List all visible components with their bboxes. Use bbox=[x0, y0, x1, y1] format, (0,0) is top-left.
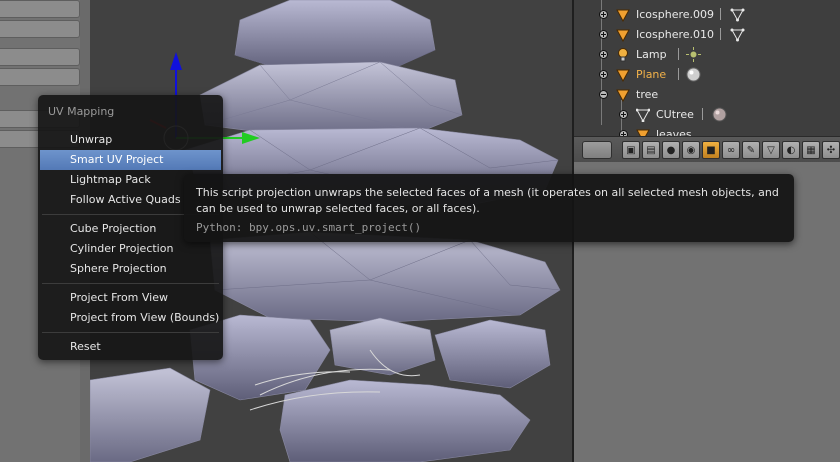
outliner-row[interactable]: Icosphere.009 bbox=[574, 5, 840, 25]
modifiers-icon[interactable]: ✎ bbox=[742, 141, 760, 159]
outliner-item-label[interactable]: Lamp bbox=[636, 48, 667, 61]
material-icon[interactable] bbox=[686, 67, 701, 82]
menu-separator bbox=[42, 332, 219, 333]
menu-item-reset[interactable]: Reset bbox=[40, 337, 221, 357]
mesh-object-icon bbox=[616, 29, 630, 42]
constraints-icon[interactable]: ∞ bbox=[722, 141, 740, 159]
world-icon[interactable]: ◉ bbox=[682, 141, 700, 159]
tool-shelf-button[interactable] bbox=[0, 68, 80, 86]
leaf-blob bbox=[199, 61, 463, 137]
editor-type-selector[interactable] bbox=[582, 141, 612, 159]
separator bbox=[720, 8, 721, 20]
curve-data-icon bbox=[636, 108, 650, 122]
separator bbox=[678, 48, 679, 60]
outliner-item-label[interactable]: leaves bbox=[656, 128, 692, 136]
mesh-object-icon bbox=[636, 129, 650, 136]
menu-item-smart-uv-project[interactable]: Smart UV Project bbox=[40, 150, 221, 170]
tooltip-description: This script projection unwraps the selec… bbox=[196, 186, 779, 215]
mesh-data-icon[interactable] bbox=[730, 7, 745, 22]
leaf-blob bbox=[234, 0, 436, 73]
outliner-row[interactable]: Icosphere.010 bbox=[574, 25, 840, 45]
menu-item-cylinder-projection[interactable]: Cylinder Projection bbox=[40, 239, 221, 259]
expand-icon[interactable] bbox=[599, 70, 608, 79]
tool-shelf-button[interactable] bbox=[0, 0, 80, 18]
leaf-blob bbox=[209, 231, 561, 323]
outliner-item-label[interactable]: Icosphere.009 bbox=[636, 8, 714, 21]
lamp-data-icon[interactable] bbox=[686, 47, 701, 62]
lamp-object-icon bbox=[618, 48, 628, 62]
separator bbox=[720, 28, 721, 40]
separator bbox=[702, 108, 703, 120]
menu-title: UV Mapping bbox=[48, 105, 115, 118]
object-icon[interactable]: ■ bbox=[702, 141, 720, 159]
tooltip-python: Python: bpy.ops.uv.smart_project() bbox=[196, 221, 422, 234]
mesh-object-icon bbox=[616, 9, 630, 22]
outliner-row[interactable]: tree bbox=[574, 85, 840, 105]
tool-shelf-button[interactable] bbox=[0, 48, 80, 66]
outliner-row[interactable]: Lamp bbox=[574, 45, 840, 65]
tooltip: This script projection unwraps the selec… bbox=[184, 174, 794, 242]
menu-item-project-from-view-bounds[interactable]: Project from View (Bounds) bbox=[40, 308, 221, 328]
expand-icon[interactable] bbox=[599, 30, 608, 39]
properties-header: ▣ ▤ ● ◉ ■ ∞ ✎ ▽ ◐ ▦ ✣ bbox=[574, 136, 840, 163]
material-icon[interactable] bbox=[712, 107, 727, 122]
mesh-data-icon[interactable] bbox=[730, 27, 745, 42]
separator bbox=[678, 68, 679, 80]
material-icon[interactable]: ◐ bbox=[782, 141, 800, 159]
tool-shelf-button[interactable] bbox=[0, 20, 80, 38]
particles-icon[interactable]: ✣ bbox=[822, 141, 840, 159]
mesh-data-icon[interactable]: ▽ bbox=[762, 141, 780, 159]
outliner-row[interactable]: Plane bbox=[574, 65, 840, 85]
outliner-row[interactable]: CUtree bbox=[574, 105, 840, 125]
mesh-object-icon bbox=[616, 69, 630, 82]
menu-item-unwrap[interactable]: Unwrap bbox=[40, 130, 221, 150]
outliner: Icosphere.009 Icosphere.010 Lamp Plane t… bbox=[574, 0, 840, 136]
outliner-item-label[interactable]: CUtree bbox=[656, 108, 694, 121]
outliner-item-label[interactable]: Icosphere.010 bbox=[636, 28, 714, 41]
menu-separator bbox=[42, 283, 219, 284]
menu-item-sphere-projection[interactable]: Sphere Projection bbox=[40, 259, 221, 279]
render-icon[interactable]: ▣ bbox=[622, 141, 640, 159]
menu-item-project-from-view[interactable]: Project From View bbox=[40, 288, 221, 308]
expand-icon[interactable] bbox=[619, 110, 628, 119]
collapse-icon[interactable] bbox=[599, 90, 608, 99]
render-layers-icon[interactable]: ▤ bbox=[642, 141, 660, 159]
mesh-object-icon bbox=[616, 89, 630, 102]
texture-icon[interactable]: ▦ bbox=[802, 141, 820, 159]
expand-icon[interactable] bbox=[599, 50, 608, 59]
expand-icon[interactable] bbox=[599, 10, 608, 19]
outliner-row[interactable]: leaves bbox=[574, 125, 840, 136]
outliner-item-label[interactable]: tree bbox=[636, 88, 658, 101]
outliner-item-label[interactable]: Plane bbox=[636, 68, 666, 81]
gizmo-z-arrow[interactable] bbox=[170, 52, 182, 70]
scene-icon[interactable]: ● bbox=[662, 141, 680, 159]
